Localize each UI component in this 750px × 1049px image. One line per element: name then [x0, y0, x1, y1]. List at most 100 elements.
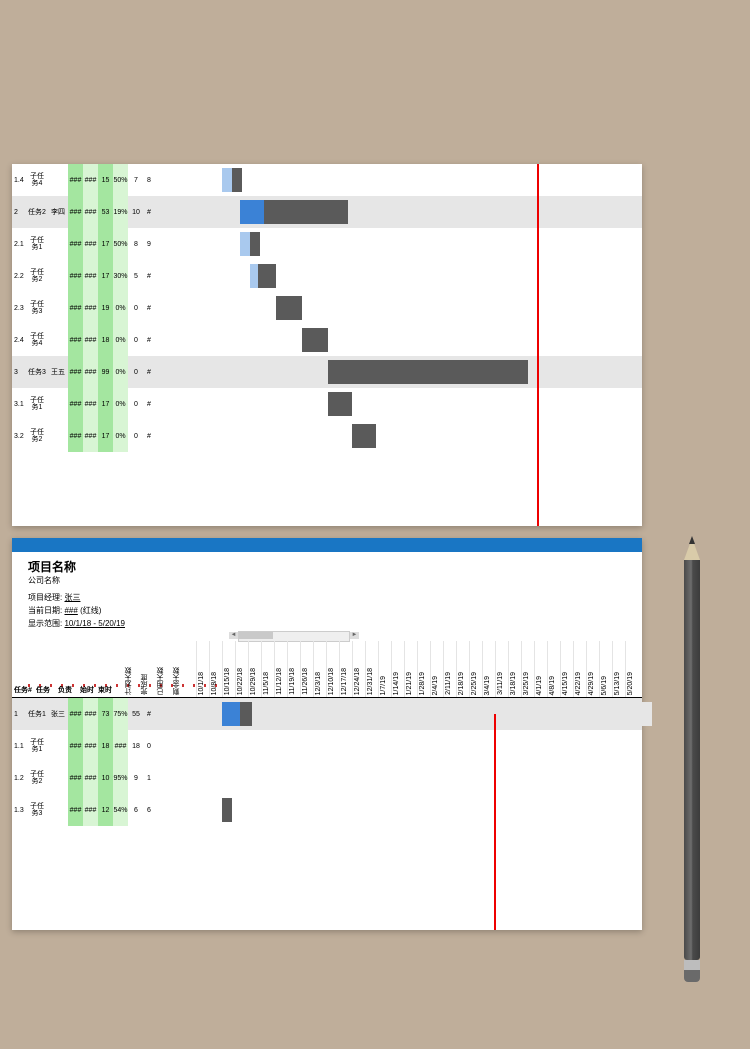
cell: 2.2	[12, 260, 26, 292]
date-header: 2/25/19	[471, 672, 478, 695]
col-header: 始时	[80, 685, 94, 695]
cell: 子任务2	[26, 762, 48, 794]
sheet-top: 1.4子任务4######1550%782任务2李四######5319%10#…	[12, 164, 642, 526]
timeline-scrollbar[interactable]: ◄ ►	[238, 631, 350, 642]
date-header: 1/21/19	[406, 672, 413, 695]
date-header: 2/18/19	[458, 672, 465, 695]
cell	[48, 388, 68, 420]
table-row: 1.3子任务3######1254%66	[12, 794, 642, 826]
cell: 10	[128, 196, 144, 228]
cell: ###	[83, 356, 98, 388]
cell: 子任务1	[26, 228, 48, 260]
cell: 0	[128, 356, 144, 388]
cell: 0%	[113, 388, 128, 420]
cell: 子任务1	[26, 388, 48, 420]
cell: 18	[98, 730, 113, 762]
cell	[48, 420, 68, 452]
cell: ###	[68, 388, 83, 420]
date-separator	[222, 641, 223, 697]
date-separator	[209, 641, 210, 697]
date-header: 12/17/18	[341, 668, 348, 695]
date-separator	[430, 641, 431, 697]
cell: 0%	[113, 420, 128, 452]
cell: 6	[144, 794, 154, 826]
date-header: 2/11/19	[445, 672, 452, 695]
cell: 15	[98, 164, 113, 196]
cell: ###	[83, 196, 98, 228]
cell: 19%	[113, 196, 128, 228]
date-header: 10/22/18	[237, 668, 244, 695]
cell: ###	[68, 794, 83, 826]
cell	[48, 324, 68, 356]
cell: ###	[68, 228, 83, 260]
date-separator	[365, 641, 366, 697]
cell: 9	[144, 228, 154, 260]
cell	[48, 730, 68, 762]
cell: 73	[98, 698, 113, 730]
table-row: 2.2子任务2######1730%5#	[12, 260, 642, 292]
curdate-note: (红线)	[80, 606, 101, 615]
date-separator	[326, 641, 327, 697]
cell: 张三	[48, 698, 68, 730]
cell: 54%	[113, 794, 128, 826]
cell: 1.2	[12, 762, 26, 794]
date-separator	[560, 641, 561, 697]
col-header: 任务	[36, 685, 50, 695]
cell: 3.2	[12, 420, 26, 452]
date-header: 3/4/19	[484, 676, 491, 695]
gantt-bar	[328, 392, 352, 416]
range-line: 显示范围: 10/1/18 - 5/20/19	[28, 618, 642, 629]
cell: #	[144, 356, 154, 388]
table-row: 1.4子任务4######1550%78	[12, 164, 642, 196]
gantt-bar	[276, 296, 302, 320]
today-redline	[537, 164, 539, 526]
cell: ###	[68, 324, 83, 356]
date-separator	[378, 641, 379, 697]
today-redline	[494, 714, 496, 930]
date-separator	[391, 641, 392, 697]
scroll-thumb[interactable]	[239, 632, 273, 639]
date-header: 4/8/19	[549, 676, 556, 695]
cell	[48, 762, 68, 794]
table-row: 2.1子任务1######1750%89	[12, 228, 642, 260]
cell: 8	[144, 164, 154, 196]
scroll-right-arrow[interactable]: ►	[350, 632, 359, 639]
cell: 53	[98, 196, 113, 228]
gantt-bar	[250, 264, 258, 288]
table-row: 3任务3王五######990%0#	[12, 356, 642, 388]
cell: 任务1	[26, 698, 48, 730]
pm-label: 项目经理:	[28, 593, 62, 602]
cell: 17	[98, 260, 113, 292]
date-header: 10/15/18	[224, 668, 231, 695]
date-header: 3/18/19	[510, 672, 517, 695]
cell: ###	[83, 762, 98, 794]
scroll-left-arrow[interactable]: ◄	[229, 632, 238, 639]
cell: 2.4	[12, 324, 26, 356]
date-separator	[417, 641, 418, 697]
cell: 0%	[113, 356, 128, 388]
cell: 50%	[113, 228, 128, 260]
col-header-vertical: 已用天数	[156, 667, 166, 695]
date-header: 5/6/19	[601, 676, 608, 695]
gantt-rows-top: 1.4子任务4######1550%782任务2李四######5319%10#…	[12, 164, 642, 452]
cell: 子任务3	[26, 794, 48, 826]
table-row: 1.2子任务2######1095%91	[12, 762, 642, 794]
cell: #	[144, 324, 154, 356]
date-separator	[469, 641, 470, 697]
gantt-bar	[258, 264, 276, 288]
date-header: 5/13/19	[614, 672, 621, 695]
cell: 8	[128, 228, 144, 260]
cell: 王五	[48, 356, 68, 388]
cell: 19	[98, 292, 113, 324]
cell: 2.3	[12, 292, 26, 324]
cell: 17	[98, 420, 113, 452]
date-separator	[495, 641, 496, 697]
cell: 95%	[113, 762, 128, 794]
date-header: 11/12/18	[276, 668, 283, 695]
table-row: 1.1子任务1######18###180	[12, 730, 642, 762]
cell: 子任务1	[26, 730, 48, 762]
cell: 0	[128, 388, 144, 420]
date-separator	[339, 641, 340, 697]
date-separator	[196, 641, 197, 697]
cell: 5	[128, 260, 144, 292]
